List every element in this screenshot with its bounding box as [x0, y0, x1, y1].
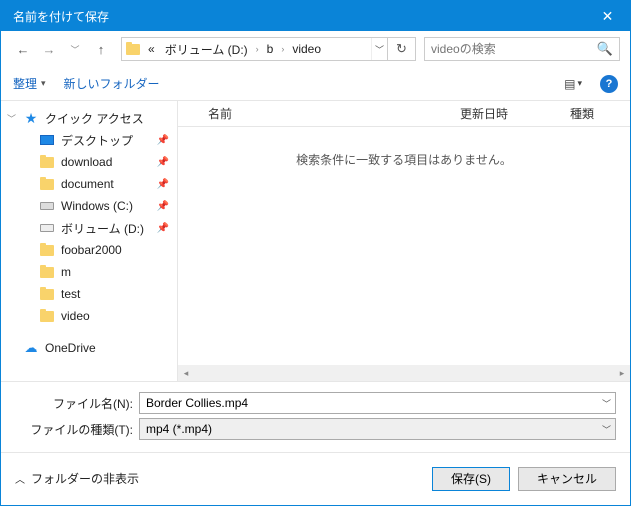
sidebar-item-label: download	[61, 155, 112, 169]
address-bar[interactable]: « ボリューム (D:) › b › video ﹀ ↻	[121, 37, 416, 61]
form-area: ファイル名(N): Border Collies.mp4 ﹀ ファイルの種類(T…	[1, 381, 630, 446]
folder-icon	[39, 242, 55, 258]
chevron-down-icon[interactable]: ﹀	[602, 423, 611, 436]
sidebar-item[interactable]: ボリューム (D:) 📌	[1, 217, 177, 239]
filetype-label: ファイルの種類(T):	[15, 421, 133, 438]
address-dropdown[interactable]: ﹀	[371, 38, 387, 60]
chevron-down-icon: ﹀	[7, 112, 16, 125]
window-title: 名前を付けて保存	[13, 8, 109, 25]
sidebar-item[interactable]: foobar2000	[1, 239, 177, 261]
cloud-icon: ☁	[23, 340, 39, 356]
scroll-right-icon[interactable]: ▸	[614, 368, 630, 379]
column-name[interactable]: 名前	[178, 105, 460, 122]
bottom-bar: ︿ フォルダーの非表示 保存(S) キャンセル	[1, 452, 630, 504]
sidebar-onedrive[interactable]: ☁ OneDrive	[1, 337, 177, 359]
search-input[interactable]	[431, 42, 597, 56]
pin-icon: 📌	[157, 179, 169, 190]
folder-icon	[39, 264, 55, 280]
drive-icon	[39, 220, 55, 236]
recent-dropdown[interactable]: ﹀	[63, 37, 87, 61]
chevron-down-icon[interactable]: ﹀	[602, 397, 611, 410]
scroll-left-icon[interactable]: ◂	[178, 368, 194, 379]
folder-icon	[122, 44, 144, 55]
view-options[interactable]: ▤ ▾	[564, 77, 582, 91]
pin-icon: 📌	[157, 157, 169, 168]
pin-icon: 📌	[157, 135, 169, 146]
sidebar-item-label: document	[61, 177, 114, 191]
back-button[interactable]: ←	[11, 37, 35, 61]
sidebar-item[interactable]: video	[1, 305, 177, 327]
column-headers: 名前 更新日時 種類	[178, 101, 630, 127]
folder-icon	[39, 286, 55, 302]
drive-icon	[39, 198, 55, 214]
sidebar: ﹀ ★ クイック アクセス デスクトップ📌download📌document📌W…	[1, 101, 177, 381]
column-type[interactable]: 種類	[570, 105, 630, 122]
up-button[interactable]: ↑	[89, 37, 113, 61]
chevron-right-icon: ›	[254, 44, 261, 54]
filetype-select[interactable]: mp4 (*.mp4) ﹀	[139, 418, 616, 440]
sidebar-item-label: video	[61, 309, 90, 323]
sidebar-item-label: Windows (C:)	[61, 199, 133, 213]
folder-icon	[39, 154, 55, 170]
nav-row: ← → ﹀ ↑ « ボリューム (D:) › b › video ﹀ ↻ 🔍	[1, 31, 630, 67]
refresh-button[interactable]: ↻	[387, 38, 415, 60]
search-icon: 🔍	[597, 41, 613, 57]
save-button[interactable]: 保存(S)	[432, 467, 510, 491]
folder-icon	[39, 176, 55, 192]
sidebar-item[interactable]: document 📌	[1, 173, 177, 195]
chevron-down-icon: ▾	[577, 78, 582, 89]
sidebar-quick-access[interactable]: ﹀ ★ クイック アクセス	[1, 107, 177, 129]
breadcrumb-part[interactable]: b	[263, 42, 278, 56]
empty-message: 検索条件に一致する項目はありません。	[178, 127, 630, 365]
close-button[interactable]: ✕	[585, 1, 630, 31]
filename-label: ファイル名(N):	[15, 395, 133, 412]
pin-icon: 📌	[157, 223, 169, 234]
sidebar-item-label: デスクトップ	[61, 132, 133, 149]
sidebar-item[interactable]: Windows (C:) 📌	[1, 195, 177, 217]
folder-icon	[39, 308, 55, 324]
chevron-up-icon: ︿	[15, 471, 25, 486]
file-pane: 名前 更新日時 種類 検索条件に一致する項目はありません。 ◂ ▸	[178, 101, 630, 381]
cancel-button[interactable]: キャンセル	[518, 467, 616, 491]
title-bar: 名前を付けて保存 ✕	[1, 1, 630, 31]
breadcrumb-prefix: «	[144, 42, 159, 56]
forward-button[interactable]: →	[37, 37, 61, 61]
toolbar: 整理 ▾ 新しいフォルダー ▤ ▾ ?	[1, 67, 630, 101]
sidebar-item[interactable]: test	[1, 283, 177, 305]
breadcrumb-part[interactable]: ボリューム (D:)	[161, 41, 252, 58]
breadcrumb-part[interactable]: video	[288, 42, 325, 56]
sidebar-item[interactable]: デスクトップ 📌	[1, 129, 177, 151]
sidebar-item-label: test	[61, 287, 80, 301]
sidebar-item[interactable]: m	[1, 261, 177, 283]
filename-input[interactable]: Border Collies.mp4 ﹀	[139, 392, 616, 414]
horizontal-scrollbar[interactable]: ◂ ▸	[178, 365, 630, 381]
star-icon: ★	[23, 110, 39, 126]
chevron-down-icon: ▾	[41, 78, 46, 89]
help-button[interactable]: ?	[600, 75, 618, 93]
new-folder-button[interactable]: 新しいフォルダー	[64, 75, 160, 92]
view-icon: ▤	[564, 77, 575, 91]
sidebar-item[interactable]: download 📌	[1, 151, 177, 173]
search-box[interactable]: 🔍	[424, 37, 620, 61]
column-date[interactable]: 更新日時	[460, 105, 570, 122]
desktop-icon	[39, 132, 55, 148]
sidebar-item-label: m	[61, 265, 71, 279]
sidebar-item-label: ボリューム (D:)	[61, 220, 144, 237]
sidebar-item-label: foobar2000	[61, 243, 122, 257]
organize-menu[interactable]: 整理 ▾	[13, 75, 46, 92]
chevron-right-icon: ›	[279, 44, 286, 54]
hide-folders-toggle[interactable]: ︿ フォルダーの非表示	[15, 470, 139, 487]
pin-icon: 📌	[157, 201, 169, 212]
